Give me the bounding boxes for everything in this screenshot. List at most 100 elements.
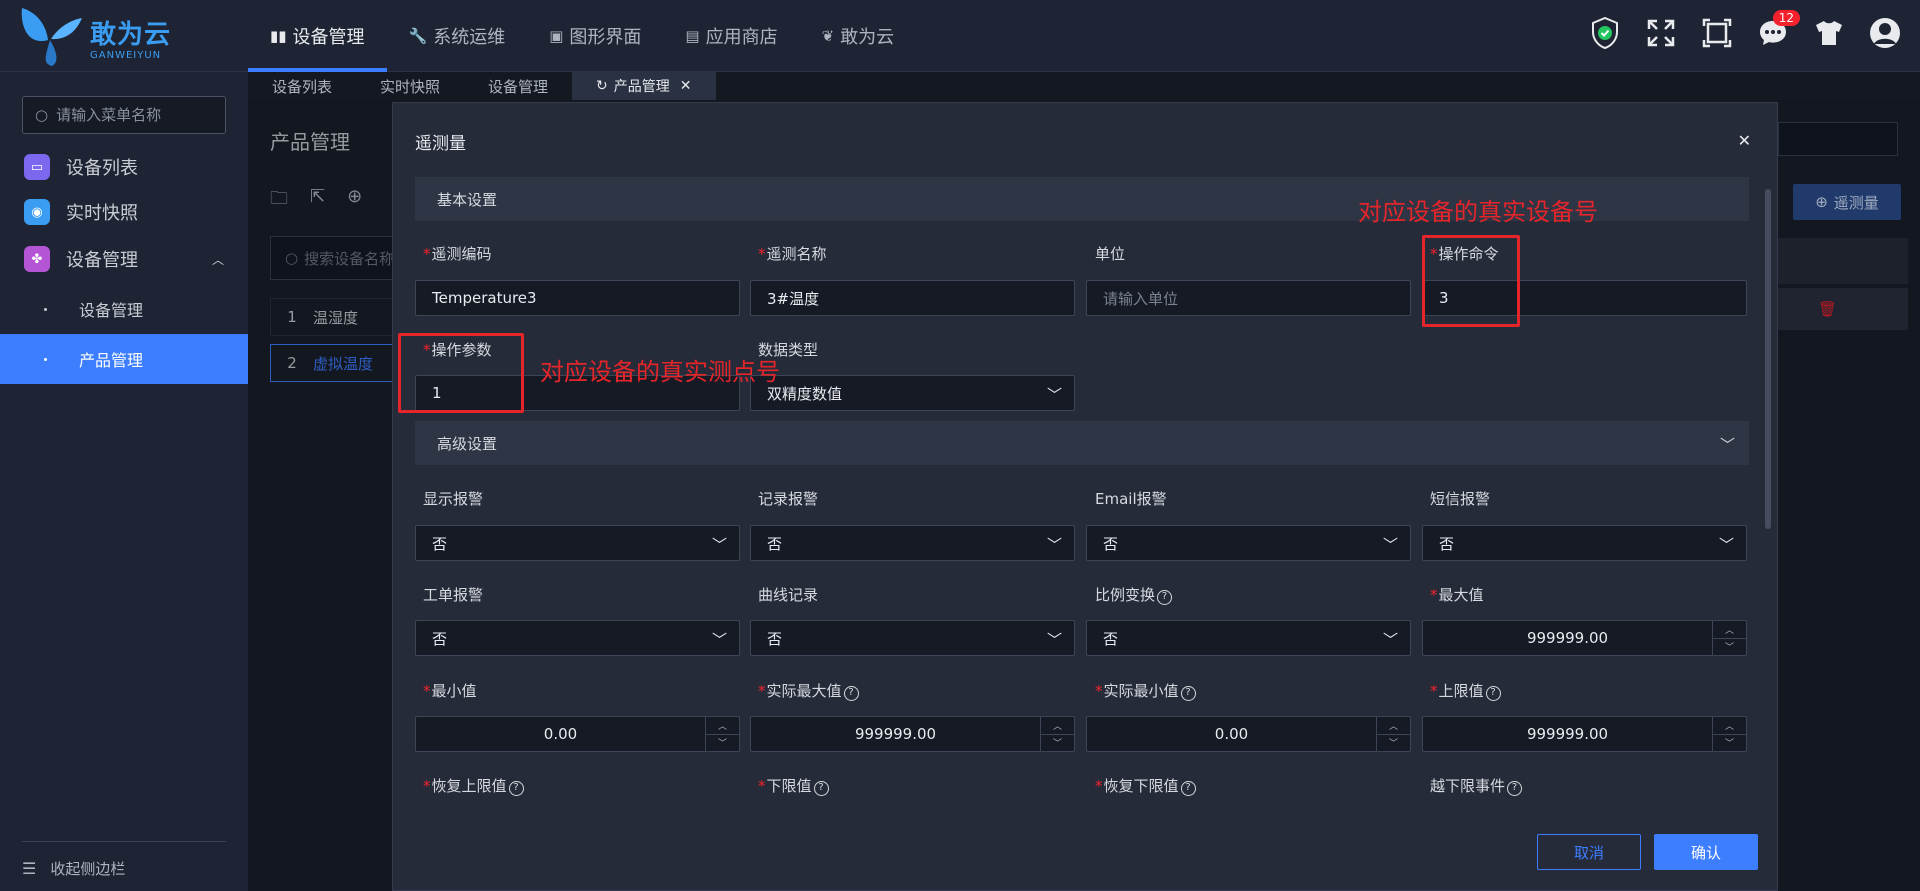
annotation-box-param [398,333,524,413]
chevron-down-icon[interactable]: ﹀ [1713,735,1746,752]
notification-badge: 12 [1772,10,1800,26]
collapse-label: 收起侧边栏 [50,860,126,878]
wrench-icon: 🔧 [408,27,428,45]
tab-label: 实时快照 [380,77,441,96]
chevron-up-icon[interactable]: ︿ [706,717,739,735]
help-icon[interactable]: ? [1507,781,1523,796]
chevron-down-icon[interactable]: ﹀ [1377,735,1410,752]
monitor-icon: ▣ [549,27,564,45]
code-value: Temperature3 [432,289,537,307]
chevron-up-icon[interactable]: ︿ [1041,717,1074,735]
tab-bar: 设备列表 实时快照 设备管理 ↻ 产品管理 ✕ [248,72,1920,100]
chevron-down-icon: ﹀ [711,631,727,649]
scale-select[interactable]: 否 ﹀ [1086,620,1411,656]
select-value: 否 [1439,534,1455,553]
chevron-down-icon: ﹀ [1382,631,1398,649]
help-icon[interactable]: ? [508,781,524,796]
min-label: *最小值 [423,682,477,700]
sidebar-item-device-list[interactable]: ▭ 设备列表 [0,143,248,191]
unit-placeholder: 请输入单位 [1103,289,1179,308]
chevron-down-icon[interactable]: ﹀ [1713,639,1746,656]
stepper: ︿ ﹀ [1712,717,1746,751]
select-value: 否 [432,629,448,648]
topnav-label: 应用商店 [705,27,778,48]
topnav-system-ops[interactable]: 🔧 系统运维 [387,0,528,72]
tab-device-list[interactable]: 设备列表 [248,72,356,100]
tab-snapshot[interactable]: 实时快照 [356,72,464,100]
tab-product-management[interactable]: ↻ 产品管理 ✕ [572,72,716,100]
help-icon[interactable]: ? [1157,590,1173,605]
help-icon[interactable]: ? [843,686,859,701]
name-input[interactable]: 3#温度 [750,280,1075,316]
upper-label: *上限值? [1430,680,1501,701]
confirm-button[interactable]: 确认 [1654,834,1758,870]
top-nav: ▮▮ 设备管理 🔧 系统运维 ▣ 图形界面 ▤ 应用商店 ❦ 敢为云 [248,0,916,72]
frame-icon[interactable] [1698,14,1736,52]
code-input[interactable]: Temperature3 [415,280,740,316]
help-icon[interactable]: ? [1485,686,1501,701]
unit-input[interactable]: 请输入单位 [1086,280,1411,316]
chevron-down-icon[interactable]: ﹀ [1041,735,1074,752]
topnav-ganweiyun[interactable]: ❦ 敢为云 [800,0,917,72]
select-value: 否 [767,534,783,553]
email-alarm-select[interactable]: 否 ﹀ [1086,525,1411,561]
chevron-up-icon[interactable]: ︿ [1713,717,1746,735]
sidebar-subitem-product-management[interactable]: 产品管理 [0,334,248,384]
store-icon: ▤ [685,27,700,45]
record-alarm-label: 记录报警 [758,490,819,508]
brand-sub: GANWEIYUN [90,50,162,61]
chevron-up-icon[interactable]: ︿ [1713,621,1746,639]
tab-label: 设备管理 [488,77,549,96]
topnav-device-management[interactable]: ▮▮ 设备管理 [248,0,387,72]
curve-select[interactable]: 否 ﹀ [750,620,1075,656]
logo[interactable]: 敢为云 GANWEIYUN [18,6,218,68]
help-icon[interactable]: ? [813,781,829,796]
number-value: 0.00 [543,725,578,743]
sidebar-item-snapshot[interactable]: ◉ 实时快照 [0,188,248,236]
shield-icon[interactable] [1586,14,1624,52]
real-min-stepper[interactable]: 0.00 ︿ ﹀ [1086,716,1411,752]
sidebar-subitem-device-management[interactable]: 设备管理 [0,284,248,334]
message-icon[interactable]: 12 [1754,10,1800,52]
close-icon[interactable]: ✕ [680,78,692,94]
cancel-button[interactable]: 取消 [1537,834,1641,870]
number-value: 999999.00 [1526,629,1609,647]
dtype-select[interactable]: 双精度数值 ﹀ [750,375,1075,411]
ticket-alarm-select[interactable]: 否 ﹀ [415,620,740,656]
record-alarm-select[interactable]: 否 ﹀ [750,525,1075,561]
chevron-down-icon[interactable]: ﹀ [706,735,739,752]
chevron-down-icon: ﹀ [1382,536,1398,554]
real-max-stepper[interactable]: 999999.00 ︿ ﹀ [750,716,1075,752]
top-bar: 敢为云 GANWEIYUN ▮▮ 设备管理 🔧 系统运维 ▣ 图形界面 ▤ 应用商店 ❦… [0,0,1920,72]
help-icon[interactable]: ? [1180,781,1196,796]
fullscreen-icon[interactable] [1642,14,1680,52]
number-value: 999999.00 [1526,725,1609,743]
tab-device-management[interactable]: 设备管理 [464,72,572,100]
close-icon[interactable]: ✕ [1738,131,1751,150]
menu-search-input[interactable] [56,106,217,124]
show-alarm-select[interactable]: 否 ﹀ [415,525,740,561]
min-stepper[interactable]: 0.00 ︿ ﹀ [415,716,740,752]
chevron-down-icon: ﹀ [1719,436,1735,454]
sidebar-item-device-management[interactable]: ✤ 设备管理 ︿ [0,235,248,283]
topnav-app-store[interactable]: ▤ 应用商店 [663,0,799,72]
top-icons: 12 [1586,10,1904,52]
sidebar-subitem-label: 设备管理 [79,301,144,320]
sms-alarm-select[interactable]: 否 ﹀ [1422,525,1747,561]
max-stepper[interactable]: 999999.00 ︿ ﹀ [1422,620,1747,656]
section-title: 高级设置 [437,434,498,453]
scrollbar[interactable] [1765,189,1771,529]
chevron-down-icon: ﹀ [1046,386,1062,404]
collapse-sidebar-button[interactable]: ☰ 收起侧边栏 [22,841,226,879]
avatar[interactable] [1866,14,1904,52]
refresh-icon[interactable]: ↻ [596,78,608,94]
help-icon[interactable]: ? [1180,686,1196,701]
select-value: 否 [432,534,448,553]
upper-stepper[interactable]: 999999.00 ︿ ﹀ [1422,716,1747,752]
menu-search[interactable]: ○ [22,96,226,134]
show-alarm-label: 显示报警 [423,490,484,508]
chevron-up-icon[interactable]: ︿ [1377,717,1410,735]
topnav-graphics[interactable]: ▣ 图形界面 [527,0,663,72]
shirt-icon[interactable] [1810,14,1848,52]
section-advanced[interactable]: 高级设置 ﹀ [415,421,1749,465]
